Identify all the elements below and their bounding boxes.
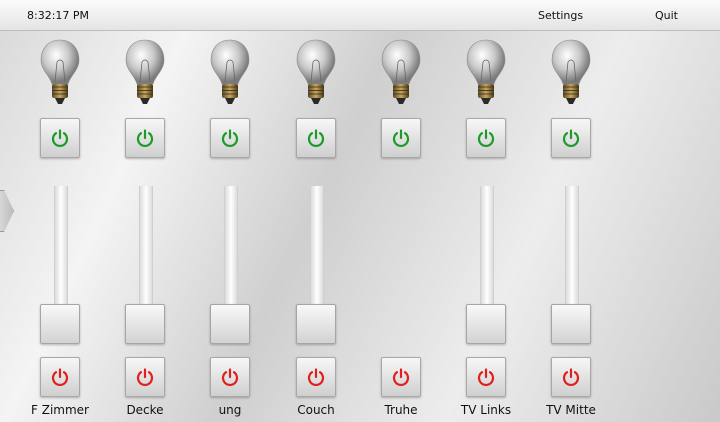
light-channel: ung [200,0,260,422]
quit-button[interactable]: Quit [655,9,678,22]
power-off-icon [306,367,326,387]
power-on-button[interactable] [210,118,250,158]
power-on-button[interactable] [551,118,591,158]
light-channel: Truhe [371,0,431,422]
light-channel: Couch [286,0,346,422]
power-off-icon [135,367,155,387]
light-bulb-icon [208,38,252,108]
channel-label: ung [218,403,242,417]
power-off-button[interactable] [466,357,506,397]
light-bulb-icon [464,38,508,108]
light-channel: F Zimmer [30,0,90,422]
power-on-icon [50,128,70,148]
dimmer-slider-thumb[interactable] [466,304,506,344]
power-off-button[interactable] [40,357,80,397]
light-bulb-icon [38,38,82,108]
channel-label: Couch [297,403,335,417]
dimmer-slider-thumb[interactable] [40,304,80,344]
channel-label: F Zimmer [31,403,89,417]
power-off-icon [50,367,70,387]
dimmer-slider-thumb[interactable] [210,304,250,344]
light-bulb-icon [549,38,593,108]
power-on-button[interactable] [296,118,336,158]
power-off-icon [476,367,496,387]
light-bulb-icon [123,38,167,108]
dimmer-slider-track[interactable] [54,186,68,306]
power-on-button[interactable] [40,118,80,158]
light-bulb-icon [294,38,338,108]
dimmer-slider-track[interactable] [224,186,238,306]
light-bulb-icon [379,38,423,108]
power-on-icon [476,128,496,148]
dimmer-slider-thumb[interactable] [296,304,336,344]
side-drawer-handle[interactable] [0,190,14,232]
power-on-button[interactable] [466,118,506,158]
power-off-icon [561,367,581,387]
dimmer-slider-track[interactable] [480,186,494,306]
power-off-button[interactable] [125,357,165,397]
channel-label: Decke [126,403,164,417]
light-channel: TV Links [456,0,516,422]
power-off-button[interactable] [296,357,336,397]
dimmer-slider-track[interactable] [310,186,324,306]
power-off-icon [220,367,240,387]
light-channel: Decke [115,0,175,422]
dimmer-slider-thumb[interactable] [125,304,165,344]
dimmer-slider-thumb[interactable] [551,304,591,344]
top-bar: 8:32:17 PM Settings Quit [0,0,720,31]
power-off-button[interactable] [381,357,421,397]
dimmer-slider-track[interactable] [565,186,579,306]
power-on-button[interactable] [381,118,421,158]
light-channel: TV Mitte [541,0,601,422]
power-on-icon [306,128,326,148]
power-on-icon [220,128,240,148]
channel-label: Truhe [384,403,418,417]
power-off-button[interactable] [551,357,591,397]
channel-label: TV Links [460,403,512,417]
power-off-icon [391,367,411,387]
power-on-icon [561,128,581,148]
power-on-icon [391,128,411,148]
power-on-button[interactable] [125,118,165,158]
channel-label: TV Mitte [546,403,596,417]
power-on-icon [135,128,155,148]
dimmer-slider-track[interactable] [139,186,153,306]
power-off-button[interactable] [210,357,250,397]
